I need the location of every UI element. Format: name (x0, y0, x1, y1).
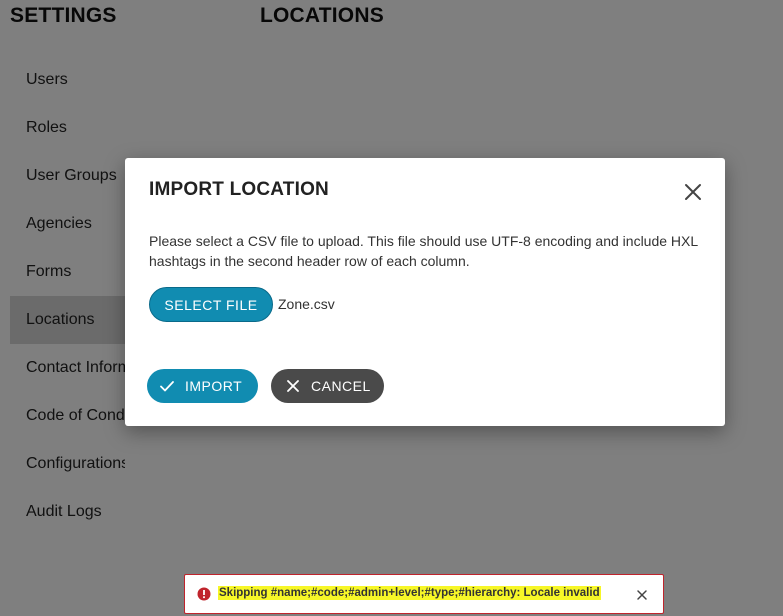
close-icon (685, 184, 701, 200)
cancel-button-label: CANCEL (311, 378, 371, 394)
import-location-dialog: IMPORT LOCATION Please select a CSV file… (125, 158, 725, 426)
toast-message: Skipping #name;#code;#admin+level;#type;… (218, 586, 601, 600)
toast-close-button[interactable] (635, 588, 649, 602)
import-button-label: IMPORT (185, 378, 243, 394)
selected-file-name: Zone.csv (278, 296, 335, 312)
error-toast: Skipping #name;#code;#admin+level;#type;… (184, 574, 664, 614)
cancel-button[interactable]: CANCEL (271, 369, 384, 403)
close-icon (287, 380, 299, 392)
select-file-button[interactable]: SELECT FILE (149, 287, 273, 322)
dialog-title: IMPORT LOCATION (149, 179, 329, 200)
check-icon (160, 381, 174, 392)
dialog-instructions: Please select a CSV file to upload. This… (149, 233, 698, 269)
close-icon (637, 590, 647, 600)
dialog-close-button[interactable] (682, 181, 704, 203)
import-button[interactable]: IMPORT (147, 369, 258, 403)
error-icon (197, 587, 211, 601)
